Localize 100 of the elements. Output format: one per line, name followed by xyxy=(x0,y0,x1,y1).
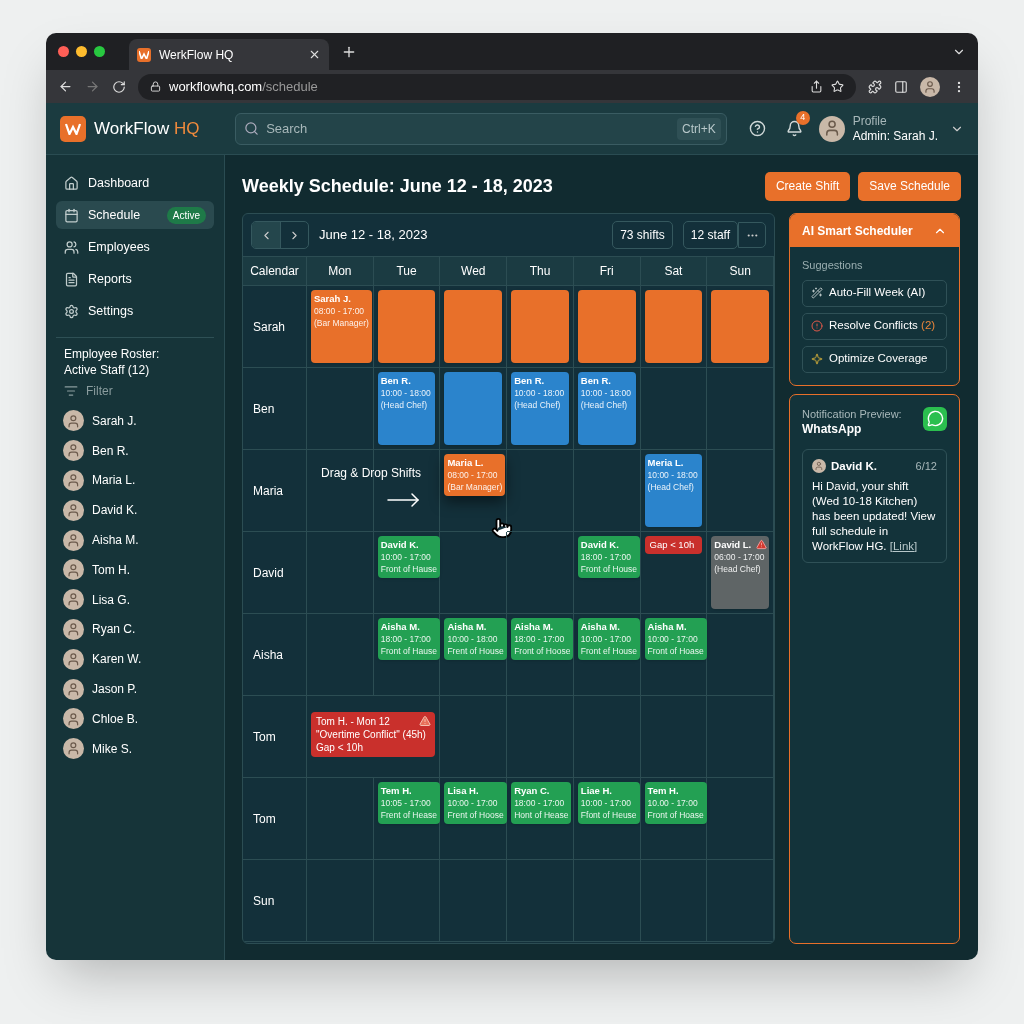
maximize-window-icon[interactable] xyxy=(94,46,105,57)
staff-list-item[interactable]: Lisa G. xyxy=(56,584,214,615)
calendar-cell[interactable] xyxy=(440,532,508,614)
calendar-cell[interactable] xyxy=(440,696,508,778)
close-window-icon[interactable] xyxy=(58,46,69,57)
message-link[interactable]: [Link] xyxy=(889,539,918,552)
suggestion-button[interactable]: Resolve Conflicts (2) xyxy=(802,312,947,340)
staff-list-item[interactable]: Mike S. xyxy=(56,733,214,764)
browser-tab[interactable]: WerkFlow HQ xyxy=(129,39,329,70)
extensions-icon[interactable] xyxy=(868,79,882,94)
calendar-cell[interactable] xyxy=(707,778,774,860)
calendar-cell[interactable] xyxy=(707,614,774,696)
calendar-cell[interactable] xyxy=(573,860,641,942)
staff-list-item[interactable]: Sarah J. xyxy=(56,406,214,436)
calendar-cell[interactable] xyxy=(707,368,774,450)
ai-scheduler-header[interactable]: AI Smart Scheduler xyxy=(790,214,959,247)
shift-card[interactable]: Aisha M. 18:00 - 17:00 Front of Hoose xyxy=(511,618,574,660)
minimize-window-icon[interactable] xyxy=(76,46,87,57)
calendar-cell[interactable] xyxy=(507,532,574,614)
staff-list-item[interactable]: Ben R. xyxy=(56,435,214,466)
calendar-cell[interactable] xyxy=(307,614,374,696)
suggestion-button[interactable]: Auto-Fill Week (AI) xyxy=(802,279,947,307)
shift-card[interactable]: David K. 10:00 - 17:00 Front of Hause xyxy=(377,536,440,578)
forward-icon[interactable] xyxy=(85,79,100,94)
calendar-cell[interactable]: Ryan C. 18:00 - 17:00 Hont of Hease xyxy=(507,778,574,860)
close-tab-icon[interactable] xyxy=(308,48,321,61)
calendar-cell[interactable] xyxy=(507,860,574,942)
calendar-cell[interactable]: Aisha M. 10:00 - 18:00 Frent of House xyxy=(440,614,508,696)
shift-card[interactable]: Aisha M. 10:00 - 17:00 Front of Hoase xyxy=(644,618,707,660)
nav-item[interactable]: Schedule Active xyxy=(56,201,214,229)
shift-card[interactable]: Tem H. 10:05 - 17:00 Frent of Hease xyxy=(377,782,440,824)
bookmark-star-icon[interactable] xyxy=(831,80,844,93)
staff-list-item[interactable]: Jason P. xyxy=(56,674,214,704)
calendar-cell[interactable] xyxy=(640,368,708,450)
side-panel-icon[interactable] xyxy=(894,79,908,94)
suggestion-button[interactable]: Optimize Coverage xyxy=(802,345,947,373)
calendar-cell[interactable]: Aisha M. 18:00 - 17:00 Front of Hause xyxy=(373,614,441,696)
calendar-cell[interactable]: Aisha M. 18:00 - 17:00 Front of Hoose xyxy=(507,614,574,696)
calendar-cell[interactable]: Aisha M. 10:00 - 17:00 Front of Hoase xyxy=(640,614,708,696)
calendar-cell[interactable] xyxy=(507,696,574,778)
calendar-cell[interactable]: Gap < 10h xyxy=(640,532,708,614)
calendar-cell[interactable]: David K. 18:00 - 17:00 Front of House xyxy=(573,532,641,614)
staff-list-item[interactable]: Chloe B. xyxy=(56,703,214,734)
staff-list-item[interactable]: Karen W. xyxy=(56,644,214,675)
calendar-cell[interactable]: Aisha M. 10:00 - 17:00 Front ef House xyxy=(573,614,641,696)
calendar-cell[interactable] xyxy=(307,860,374,942)
shift-card[interactable]: Lisa H. 10:00 - 17:00 Frent of Hoose xyxy=(444,782,507,824)
calendar-cell[interactable]: Lisa H. 10:00 - 17:00 Frent of Hoose xyxy=(440,778,508,860)
staff-list-item[interactable]: Ryan C. xyxy=(56,614,214,645)
shift-card[interactable]: Maria L. 08:00 - 17:00 (Bar Manager) xyxy=(444,454,506,496)
calendar-cell[interactable] xyxy=(307,532,374,614)
address-bar[interactable]: workflowhq.com/schedule xyxy=(138,73,856,100)
more-options-button[interactable] xyxy=(738,222,766,248)
nav-item[interactable]: Employees xyxy=(56,233,214,261)
staff-list-item[interactable]: Aisha M. xyxy=(56,525,214,555)
calendar-cell[interactable] xyxy=(640,696,708,778)
filter-field[interactable]: Filter xyxy=(86,382,176,400)
back-icon[interactable] xyxy=(58,79,73,94)
shift-card[interactable]: Liae H. 10:00 - 17:00 Ffont of Heuse xyxy=(577,782,640,824)
action-button[interactable]: Save Schedule xyxy=(858,171,961,201)
profile-menu[interactable]: Profile Admin: Sarah J. xyxy=(818,113,964,144)
shift-card[interactable]: Ryan C. 18:00 - 17:00 Hont of Hease xyxy=(511,782,572,824)
wand-icon xyxy=(811,287,823,299)
calendar-cell[interactable]: Tem H. 10.00 - 17:00 Front of Hoase xyxy=(640,778,708,860)
shift-card[interactable]: Aisha M. 18:00 - 17:00 Front of Hause xyxy=(377,618,440,660)
calendar-cell[interactable] xyxy=(573,696,641,778)
calendar-cell[interactable] xyxy=(707,450,774,532)
nav-item[interactable]: Dashboard xyxy=(56,169,214,197)
conflict-card[interactable]: Tom H. - Mon 12 "Overtime Conflict" (45h) Gap < 10h xyxy=(311,712,436,757)
calendar-cell[interactable]: Liae H. 10:00 - 17:00 Ffont of Heuse xyxy=(573,778,641,860)
staff-list-item[interactable]: David K. xyxy=(56,495,214,526)
calendar-cell[interactable] xyxy=(640,860,708,942)
staff-list-item[interactable]: Tom H. xyxy=(56,555,214,585)
calendar-cell[interactable] xyxy=(440,860,508,942)
calendar-cell[interactable]: Tem H. 10:05 - 17:00 Frent of Hease xyxy=(373,778,441,860)
calendar-cell[interactable]: Maria L. 08:00 - 17:00 (Bar Manager) xyxy=(440,450,508,532)
previous-week-button[interactable] xyxy=(252,222,280,248)
calendar-cell[interactable] xyxy=(307,778,374,860)
calendar-cell[interactable] xyxy=(573,450,641,532)
notifications-icon[interactable] xyxy=(785,120,803,137)
url-text: workflowhq.com/schedule xyxy=(169,77,319,96)
help-icon[interactable] xyxy=(748,120,766,137)
new-tab-icon[interactable] xyxy=(341,44,357,60)
calendar-cell[interactable] xyxy=(307,368,374,450)
calendar-cell[interactable] xyxy=(707,696,774,778)
share-icon[interactable] xyxy=(810,80,823,93)
shift-card[interactable]: Tem H. 10.00 - 17:00 Front of Hoase xyxy=(644,782,707,824)
nav-item[interactable]: Settings xyxy=(56,297,214,325)
reload-icon[interactable] xyxy=(112,79,126,94)
action-button[interactable]: Create Shift xyxy=(764,171,851,201)
nav-item[interactable]: Reports xyxy=(56,265,214,293)
calendar-cell[interactable]: David K. 10:00 - 17:00 Front of Hause xyxy=(373,532,441,614)
calendar-cell[interactable] xyxy=(507,450,574,532)
shift-card[interactable]: Aisha M. 10:00 - 18:00 Frent of House xyxy=(444,618,507,660)
shift-card[interactable]: Aisha M. 10:00 - 17:00 Front ef House xyxy=(577,618,641,660)
staff-list-item[interactable]: Maria L. xyxy=(56,465,214,496)
calendar-cell[interactable] xyxy=(373,860,441,942)
shift-card[interactable]: David K. 18:00 - 17:00 Front of House xyxy=(577,536,641,578)
calendar-cell[interactable]: Tom H. - Mon 12 "Overtime Conflict" (45h) Gap < 10h xyxy=(307,696,441,778)
calendar-cell[interactable] xyxy=(707,860,774,942)
